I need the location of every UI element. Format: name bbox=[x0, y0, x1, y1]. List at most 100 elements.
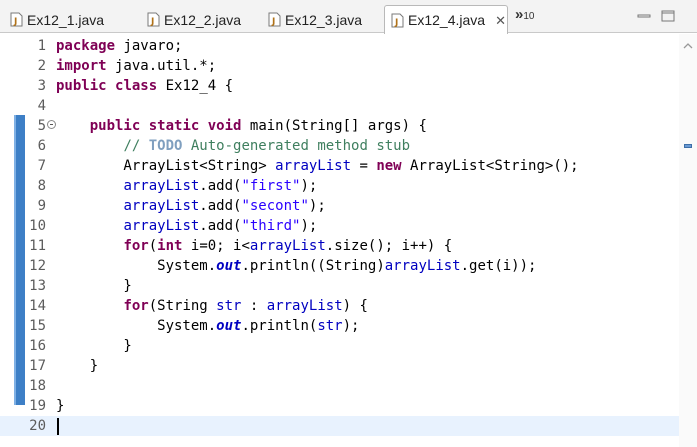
comment-token: Auto-generated method stub bbox=[182, 138, 411, 154]
hidden-tab-count: 10 bbox=[523, 11, 535, 22]
code-line[interactable]: 13 } bbox=[0, 276, 680, 296]
code-text: } bbox=[56, 396, 64, 416]
code-text: } bbox=[56, 276, 131, 296]
tab-overflow-button[interactable]: » 10 bbox=[515, 6, 535, 23]
code-line[interactable]: 6 // TODO Auto-generated method stub bbox=[0, 136, 680, 156]
maximize-icon[interactable] bbox=[661, 10, 675, 22]
code-token: ArrayList<String>(); bbox=[401, 158, 579, 174]
line-number: 10 bbox=[29, 218, 46, 234]
svg-text:J: J bbox=[394, 18, 398, 28]
close-tab-icon[interactable]: ✕ bbox=[495, 14, 506, 27]
code-line[interactable]: 3 public class Ex12_4 { bbox=[0, 76, 680, 96]
keyword-token: void bbox=[207, 118, 242, 134]
keyword-token: class bbox=[115, 78, 158, 94]
tab-ex12-4[interactable]: J Ex12_4.java ✕ bbox=[384, 5, 508, 34]
code-token: = bbox=[351, 158, 377, 174]
code-token: .get(i)); bbox=[460, 258, 537, 274]
code-line[interactable]: 18 bbox=[0, 376, 680, 396]
code-line[interactable]: 11 for(int i=0; i<arrayList.size(); i++)… bbox=[0, 236, 680, 256]
code-token: ); bbox=[342, 318, 360, 334]
code-line[interactable]: 10 arrayList.add("third"); bbox=[0, 216, 680, 236]
code-token: .println((String) bbox=[241, 258, 385, 274]
code-editor[interactable]: 1 package javaro; 2 import java.util.*; 3 pub… bbox=[0, 34, 697, 447]
code-line[interactable]: 15 System.out.println(str); bbox=[0, 316, 680, 336]
code-token: (String bbox=[148, 298, 217, 314]
tab-label: Ex12_4.java bbox=[408, 12, 486, 28]
line-number: 5 bbox=[37, 118, 46, 134]
line-number: 15 bbox=[29, 318, 46, 334]
code-token: java.util.*; bbox=[106, 58, 217, 74]
code-line[interactable]: 20 bbox=[0, 416, 680, 436]
code-token: } bbox=[56, 358, 99, 374]
code-line[interactable]: 19} bbox=[0, 396, 680, 416]
code-token: ); bbox=[308, 198, 326, 214]
code-token: .add( bbox=[199, 218, 242, 234]
code-text: } bbox=[56, 336, 132, 356]
minimize-icon[interactable] bbox=[637, 10, 651, 22]
code-token: ( bbox=[148, 238, 158, 254]
line-number: 6 bbox=[37, 138, 46, 154]
todo-token: TODO bbox=[148, 138, 183, 154]
line-number: 16 bbox=[29, 338, 46, 354]
code-token: } bbox=[56, 398, 65, 414]
java-file-icon: J bbox=[391, 13, 404, 28]
code-text: arrayList.add("third"); bbox=[56, 216, 317, 236]
code-token: : bbox=[241, 298, 267, 314]
java-file-icon: J bbox=[268, 12, 281, 27]
code-line[interactable]: 5 public static void main(String[] args)… bbox=[0, 116, 680, 136]
code-token: } bbox=[56, 338, 132, 354]
tab-ex12-3[interactable]: J Ex12_3.java bbox=[262, 6, 362, 33]
tab-ex12-1[interactable]: J Ex12_1.java bbox=[4, 6, 104, 33]
code-token: ); bbox=[300, 178, 318, 194]
code-line[interactable]: 8 arrayList.add("first"); bbox=[0, 176, 680, 196]
code-line[interactable]: 12 System.out.println((String)arrayList.… bbox=[0, 256, 680, 276]
keyword-token: static bbox=[148, 118, 200, 134]
identifier-token: arrayList bbox=[275, 158, 352, 174]
code-text: ArrayList<String> arrayList = new ArrayL… bbox=[56, 156, 579, 176]
svg-text:J: J bbox=[150, 17, 154, 27]
tab-ex12-2[interactable]: J Ex12_2.java bbox=[141, 6, 241, 33]
code-line[interactable]: 14 for(String str : arrayList) { bbox=[0, 296, 680, 316]
identifier-token: str bbox=[317, 318, 343, 334]
keyword-token: for bbox=[123, 238, 149, 254]
vertical-scrollbar[interactable] bbox=[679, 34, 697, 447]
fold-collapse-icon[interactable] bbox=[47, 120, 56, 129]
identifier-token: str bbox=[216, 298, 242, 314]
text-caret bbox=[57, 418, 59, 435]
code-line[interactable]: 1 package javaro; bbox=[0, 36, 680, 56]
code-line[interactable]: 9 arrayList.add("secont"); bbox=[0, 196, 680, 216]
keyword-token: import bbox=[56, 58, 107, 74]
code-line[interactable]: 16 } bbox=[0, 336, 680, 356]
code-line[interactable]: 2 import java.util.*; bbox=[0, 56, 680, 76]
code-line[interactable]: 17 } bbox=[0, 356, 680, 376]
code-token: ArrayList<String> bbox=[56, 158, 276, 174]
line-number: 13 bbox=[29, 278, 46, 294]
string-token: "secont" bbox=[241, 198, 309, 214]
chevron-double-right-icon: » bbox=[515, 6, 524, 23]
code-token: .println( bbox=[241, 318, 318, 334]
line-number: 14 bbox=[29, 298, 46, 314]
chevron-up-icon[interactable] bbox=[683, 42, 693, 49]
code-text: public class Ex12_4 { bbox=[56, 76, 233, 96]
keyword-token: public bbox=[89, 118, 141, 134]
line-number: 18 bbox=[29, 378, 46, 394]
code-text: for(int i=0; i<arrayList.size(); i++) { bbox=[56, 236, 452, 256]
svg-text:J: J bbox=[271, 17, 275, 27]
line-number: 7 bbox=[37, 158, 46, 174]
java-file-icon: J bbox=[147, 12, 160, 27]
identifier-token: arrayList bbox=[123, 218, 200, 234]
code-line[interactable]: 4 bbox=[0, 96, 680, 116]
line-number: 12 bbox=[29, 258, 46, 274]
overview-ruler-mark[interactable] bbox=[684, 144, 692, 148]
code-token: Ex12_4 { bbox=[157, 78, 234, 94]
code-line[interactable]: 7 ArrayList<String> arrayList = new Arra… bbox=[0, 156, 680, 176]
comment-token: // bbox=[123, 138, 149, 154]
identifier-token: arrayList bbox=[266, 298, 343, 314]
keyword-token: package bbox=[56, 38, 116, 54]
